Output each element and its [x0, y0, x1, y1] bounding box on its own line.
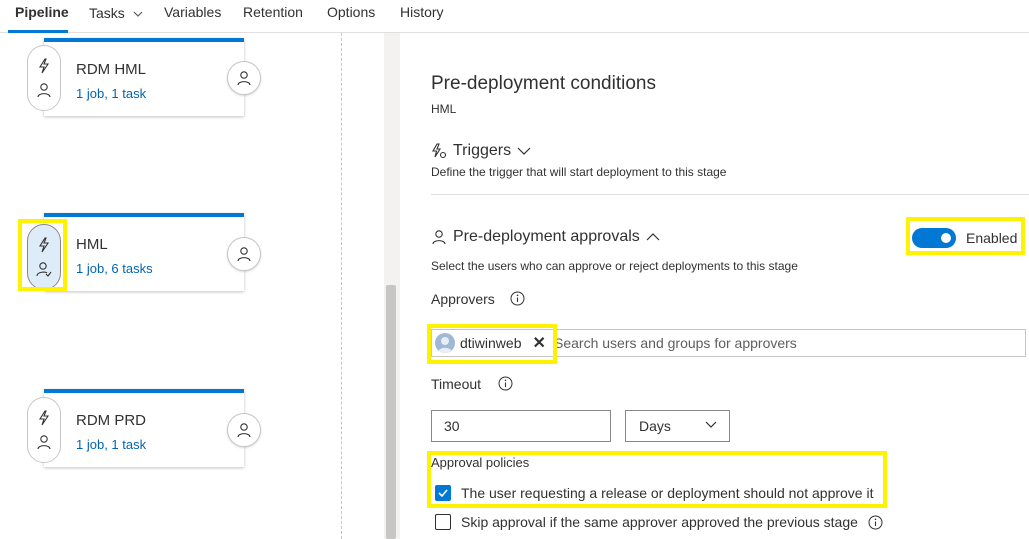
tab-pipeline[interactable]: Pipeline: [15, 4, 69, 26]
chevron-down-icon: [705, 421, 717, 428]
stage-tasks-link[interactable]: 1 job, 1 task: [76, 437, 146, 452]
approvals-section-toggle[interactable]: Pre-deployment approvals: [431, 228, 660, 246]
trigger-icon: [432, 143, 447, 159]
stage-card-rdm-hml[interactable]: RDM HML 1 job, 1 task: [44, 38, 244, 116]
canvas-divider: [341, 33, 342, 539]
post-deployment-conditions-rdm-hml[interactable]: [227, 61, 261, 95]
stage-name: RDM HML: [76, 61, 146, 78]
stage-name: RDM PRD: [76, 412, 146, 429]
approver-search-input[interactable]: [554, 333, 1014, 353]
checkbox[interactable]: [435, 485, 451, 501]
checkbox[interactable]: [435, 514, 451, 530]
tab-history[interactable]: History: [400, 4, 444, 26]
approver-name: dtiwinweb: [460, 335, 522, 351]
tab-variables[interactable]: Variables: [164, 4, 221, 26]
person-icon: [237, 247, 251, 262]
person-check-icon: [36, 262, 52, 277]
tab-tasks[interactable]: Tasks: [89, 4, 143, 26]
policy-label: The user requesting a release or deploym…: [461, 485, 874, 501]
panel-subtitle: HML: [431, 102, 457, 116]
pre-deployment-conditions-panel: Pre-deployment conditions HML Triggers D…: [400, 33, 1029, 539]
chevron-down-icon: [133, 4, 143, 20]
person-icon: [432, 230, 446, 245]
stage-tasks-link[interactable]: 1 job, 6 tasks: [76, 261, 153, 276]
remove-approver-close-icon[interactable]: ✕: [532, 333, 545, 353]
person-icon: [37, 83, 51, 98]
timeout-label: Timeout: [431, 376, 482, 392]
pipeline-tab-bar: Pipeline Tasks Variables Retention Optio…: [0, 0, 1029, 33]
canvas-scrollbar-thumb[interactable]: [386, 285, 396, 539]
pipeline-canvas: RDM HML 1 job, 1 task HML 1 job, 6 tasks…: [0, 33, 385, 539]
approver-chip[interactable]: dtiwinweb ✕: [435, 332, 546, 354]
toggle-switch[interactable]: [912, 228, 956, 248]
person-icon: [237, 423, 251, 438]
person-icon: [237, 71, 251, 86]
chevron-up-icon: [646, 233, 660, 241]
triggers-title: Triggers: [453, 142, 512, 159]
stage-name: HML: [76, 236, 108, 253]
pre-deployment-conditions-rdm-hml[interactable]: [27, 45, 61, 111]
approvals-enabled-toggle[interactable]: Enabled: [912, 223, 1021, 253]
timeout-unit-dropdown[interactable]: Days: [625, 410, 730, 442]
triggers-section-toggle[interactable]: Triggers: [431, 142, 531, 160]
triggers-description: Define the trigger that will start deplo…: [431, 165, 727, 179]
info-icon[interactable]: [510, 291, 525, 306]
tab-tasks-label: Tasks: [89, 5, 125, 21]
pre-deployment-conditions-hml[interactable]: [27, 224, 61, 290]
stage-card-hml[interactable]: HML 1 job, 6 tasks: [44, 213, 244, 291]
avatar: [435, 333, 455, 353]
timeout-input[interactable]: [431, 410, 611, 442]
approvers-picker[interactable]: dtiwinweb ✕: [431, 329, 1026, 357]
chevron-down-icon: [517, 147, 531, 155]
tab-options[interactable]: Options: [327, 4, 375, 26]
lightning-icon: [39, 410, 50, 426]
toggle-label: Enabled: [966, 230, 1018, 246]
approvals-title: Pre-deployment approvals: [453, 228, 640, 245]
timeout-unit-value: Days: [639, 418, 671, 434]
tab-retention[interactable]: Retention: [243, 4, 303, 26]
panel-title: Pre-deployment conditions: [431, 73, 656, 94]
lightning-icon: [39, 58, 50, 74]
lightning-icon: [39, 237, 50, 253]
info-icon[interactable]: [498, 376, 513, 391]
stage-tasks-link[interactable]: 1 job, 1 task: [76, 86, 146, 101]
person-icon: [37, 435, 51, 450]
stage-card-rdm-prd[interactable]: RDM PRD 1 job, 1 task: [44, 389, 244, 467]
approvals-description: Select the users who can approve or reje…: [431, 259, 798, 273]
approvers-label: Approvers: [431, 291, 495, 307]
policy-skip-same-approver[interactable]: Skip approval if the same approver appro…: [435, 514, 883, 530]
policy-no-self-approve[interactable]: The user requesting a release or deploym…: [435, 485, 873, 501]
info-icon[interactable]: [868, 515, 883, 530]
policy-label: Skip approval if the same approver appro…: [461, 514, 858, 530]
approval-policies-label: Approval policies: [431, 455, 530, 470]
checkmark-icon: [438, 489, 448, 498]
post-deployment-conditions-rdm-prd[interactable]: [227, 413, 261, 447]
pre-deployment-conditions-rdm-prd[interactable]: [27, 397, 61, 463]
post-deployment-conditions-hml[interactable]: [227, 237, 261, 271]
section-divider: [431, 194, 1029, 195]
